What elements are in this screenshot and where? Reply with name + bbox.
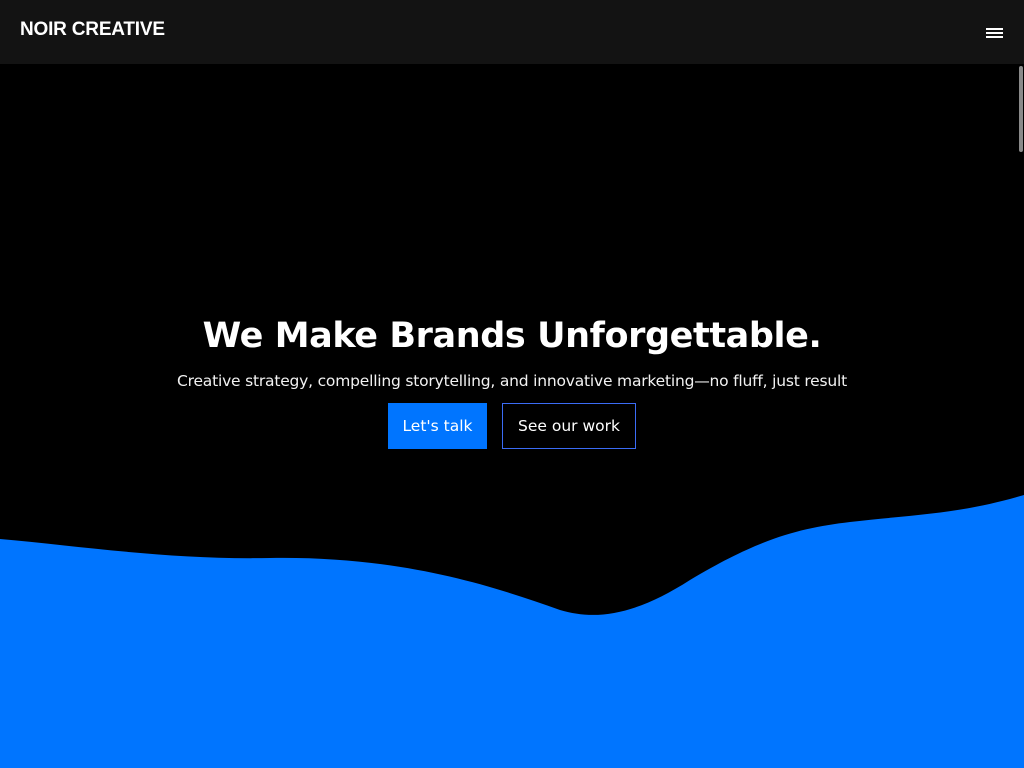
scrollbar-thumb[interactable] [1019,66,1023,152]
lets-talk-button[interactable]: Let's talk [388,403,487,449]
hero-title: We Make Brands Unforgettable. [202,316,822,356]
page: NOIR CREATIVE We Make Brands Unforgettab… [0,0,1024,768]
page-scrollbar[interactable] [1018,64,1024,768]
wave-fill [0,495,1024,768]
hero-subtitle: Creative strategy, compelling storytelli… [177,372,847,390]
see-our-work-button[interactable]: See our work [502,403,636,449]
